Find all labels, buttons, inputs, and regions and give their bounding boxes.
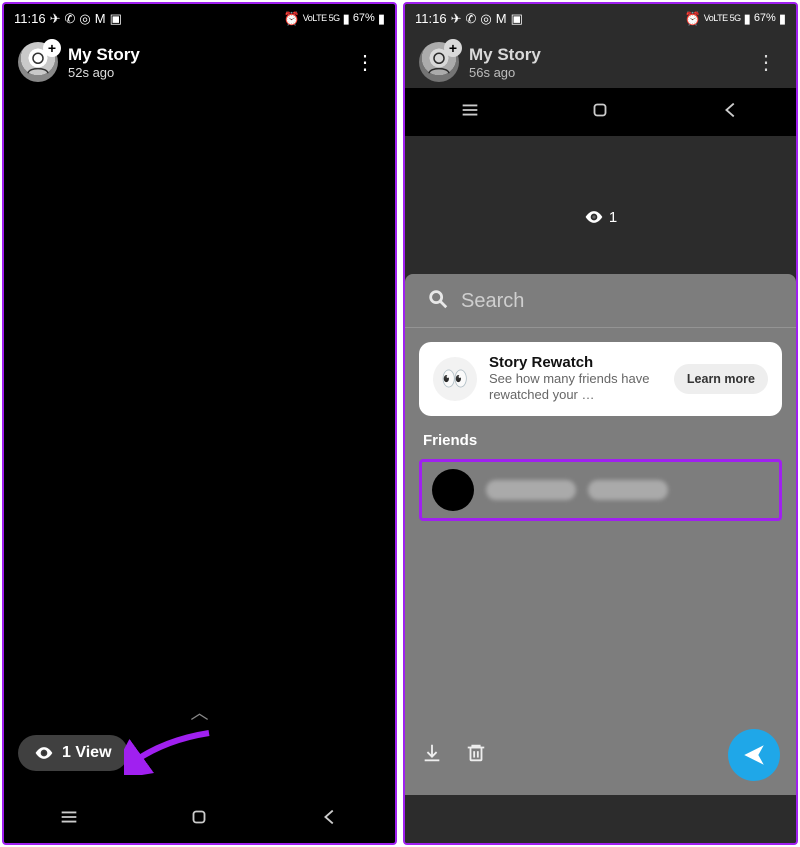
sheet-footer — [405, 717, 796, 795]
send-button[interactable] — [728, 729, 780, 781]
eyes-icon: 👀 — [433, 357, 477, 401]
nav-recent-icon[interactable] — [58, 806, 80, 833]
story-title: My Story — [469, 45, 541, 65]
avatar[interactable]: + — [18, 42, 58, 82]
chevron-up-icon[interactable]: ︿ — [191, 699, 209, 725]
friend-name-redacted — [486, 480, 576, 500]
friend-name-redacted — [588, 480, 668, 500]
download-icon[interactable] — [421, 742, 443, 769]
story-age: 52s ago — [68, 65, 140, 80]
phone-screenshot-left: 11:16 ✈ ✆ ◎ M ▣ ⏰ VoLTE 5G ▮ 67% ▮ + My … — [2, 2, 397, 845]
rewatch-subtitle: See how many friends have rewatched your… — [489, 371, 662, 404]
nav-home-icon[interactable] — [589, 99, 611, 126]
friend-list-item[interactable] — [419, 459, 782, 521]
status-left: 11:16 ✈ ✆ ◎ M ▣ — [14, 11, 122, 26]
whatsapp-icon: ✆ — [465, 12, 476, 25]
story-content[interactable]: ︿ 1 View — [4, 88, 395, 795]
story-rewatch-card[interactable]: 👀 Story Rewatch See how many friends hav… — [419, 342, 782, 416]
nav-back-icon[interactable] — [319, 806, 341, 833]
search-icon — [427, 288, 449, 315]
eye-icon — [584, 207, 604, 227]
rewatch-title: Story Rewatch — [489, 354, 662, 371]
annotation-arrow — [124, 725, 214, 775]
status-bar: 11:16 ✈ ✆ ◎ M ▣ ⏰ VoLTE 5G ▮ 67% ▮ — [4, 4, 395, 32]
status-right: ⏰ VoLTE 5G ▮ 67% ▮ — [685, 12, 786, 25]
android-navbar — [405, 88, 796, 136]
alarm-icon: ⏰ — [284, 12, 300, 25]
signal-label: VoLTE 5G — [704, 13, 741, 23]
view-count-button[interactable]: 1 View — [18, 735, 128, 771]
gmail-icon: M — [95, 12, 106, 25]
view-count-label: 1 View — [62, 744, 112, 762]
nav-recent-icon[interactable] — [459, 99, 481, 126]
battery-icon: ▮ — [378, 12, 385, 25]
telegram-icon: ✈ — [451, 12, 462, 25]
battery-text: 67% — [353, 12, 375, 24]
nav-back-icon[interactable] — [720, 99, 742, 126]
gallery-icon: ▣ — [511, 12, 523, 25]
nav-home-icon[interactable] — [188, 806, 210, 833]
more-menu-icon[interactable]: ⋮ — [349, 44, 381, 81]
alarm-icon: ⏰ — [685, 12, 701, 25]
telegram-icon: ✈ — [50, 12, 61, 25]
battery-icon: ▮ — [779, 12, 786, 25]
whatsapp-icon: ✆ — [64, 12, 75, 25]
signal-bars-icon: ▮ — [343, 12, 350, 25]
viewers-sheet: 👀 Story Rewatch See how many friends hav… — [405, 274, 796, 795]
status-bar: 11:16 ✈ ✆ ◎ M ▣ ⏰ VoLTE 5G ▮ 67% ▮ — [405, 4, 796, 32]
overlay-view-count: 1 — [584, 207, 617, 227]
search-row — [405, 274, 796, 328]
gmail-icon: M — [496, 12, 507, 25]
instagram-icon: ◎ — [480, 12, 491, 25]
add-story-icon[interactable]: + — [444, 39, 462, 57]
friend-avatar — [432, 469, 474, 511]
eye-icon — [34, 743, 54, 763]
story-header: + My Story 52s ago ⋮ — [4, 32, 395, 88]
status-right: ⏰ VoLTE 5G ▮ 67% ▮ — [284, 12, 385, 25]
trash-icon[interactable] — [465, 742, 487, 769]
status-time: 11:16 — [14, 11, 46, 26]
story-title: My Story — [68, 45, 140, 65]
learn-more-button[interactable]: Learn more — [674, 364, 768, 394]
phone-screenshot-right: 11:16 ✈ ✆ ◎ M ▣ ⏰ VoLTE 5G ▮ 67% ▮ + My … — [403, 2, 798, 845]
status-left: 11:16 ✈ ✆ ◎ M ▣ — [415, 11, 523, 26]
battery-text: 67% — [754, 12, 776, 24]
instagram-icon: ◎ — [79, 12, 90, 25]
friends-section-label: Friends — [423, 432, 778, 449]
signal-label: VoLTE 5G — [303, 13, 340, 23]
android-navbar — [4, 795, 395, 843]
signal-bars-icon: ▮ — [744, 12, 751, 25]
status-time: 11:16 — [415, 11, 447, 26]
overlay-view-number: 1 — [609, 209, 617, 226]
gallery-icon: ▣ — [110, 12, 122, 25]
add-story-icon[interactable]: + — [43, 39, 61, 57]
search-input[interactable] — [461, 290, 778, 313]
